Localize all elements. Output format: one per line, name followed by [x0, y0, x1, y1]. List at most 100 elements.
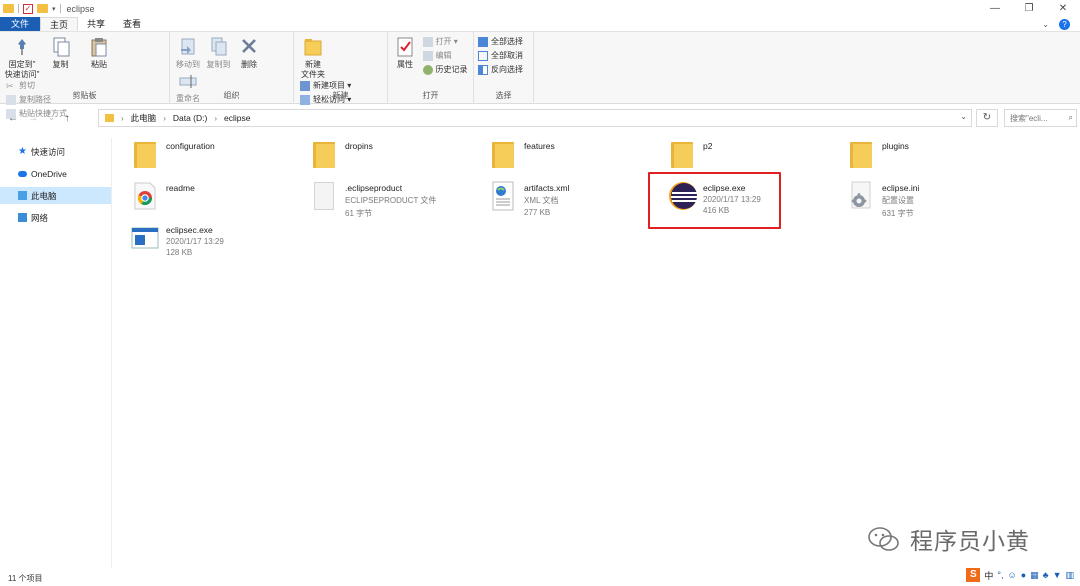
move-to-icon — [178, 36, 198, 58]
properties-check-icon[interactable]: ✓ — [23, 3, 33, 14]
select-none-button[interactable]: 全部取消 — [478, 50, 523, 61]
breadcrumb-separator-icon[interactable]: › — [163, 114, 166, 123]
file-view: configuration dropins features p2 plugin… — [112, 130, 1080, 570]
tab-view[interactable]: 查看 — [114, 17, 150, 31]
breadcrumb-separator-icon[interactable]: › — [214, 114, 217, 123]
refresh-icon: ↻ — [982, 112, 992, 123]
breadcrumb-eclipse[interactable]: eclipse — [224, 113, 250, 123]
close-button[interactable]: ✕ — [1046, 0, 1080, 17]
tab-file[interactable]: 文件 — [0, 17, 41, 31]
ribbon-tabs: 文件 主页 共享 查看 ⌄ ? — [0, 17, 1080, 32]
group-label-select: 选择 — [495, 91, 512, 100]
address-bar[interactable]: › 此电脑 › Data (D:) › eclipse ⌄ — [98, 109, 972, 127]
open-icon — [422, 36, 433, 47]
punctuation-icon[interactable]: °, — [997, 570, 1003, 580]
ribbon-group-clipboard: 固定到" 快速访问" 复制 粘贴 ✂ 剪切 复制路径 粘贴快捷方式 剪贴板 — [0, 32, 170, 119]
breadcrumb-separator-icon[interactable]: › — [121, 114, 124, 123]
skin-icon[interactable]: ♣ — [1043, 570, 1049, 580]
copy-to-button[interactable]: 复制到 — [205, 36, 233, 70]
new-folder-icon — [303, 36, 323, 58]
ribbon-group-open: 属性 打开 ▾ 编辑 历史记录 打开 — [388, 32, 474, 104]
edit-icon — [422, 50, 433, 61]
paste-button[interactable]: 粘贴 — [81, 36, 117, 70]
breadcrumb-this-pc[interactable]: 此电脑 — [131, 112, 157, 124]
folder-icon — [3, 4, 14, 13]
ime-mode[interactable]: 中 — [984, 569, 993, 582]
divider — [59, 4, 61, 13]
sogou-ime-icon[interactable]: S — [966, 568, 981, 582]
tab-home[interactable]: 主页 — [40, 17, 79, 31]
computer-icon — [18, 191, 27, 200]
forward-arrow-icon[interactable]: → — [28, 113, 38, 124]
group-label-clipboard: 剪贴板 — [72, 91, 97, 100]
toolbox-icon[interactable]: ▥ — [1065, 570, 1074, 581]
breadcrumb-drive[interactable]: Data (D:) — [173, 113, 207, 123]
ime-toolbar: S 中 °, ☺ ● ▦ ♣ ▼ ▥ — [966, 568, 1074, 582]
divider — [18, 4, 19, 13]
item-count: 11 个项目 — [8, 573, 43, 583]
search-icon: ⌕ — [1068, 113, 1073, 122]
status-bar: 11 个项目 — [0, 570, 1080, 586]
new-item-icon — [300, 80, 310, 91]
watermark-text: 程序员小黄 — [910, 529, 1030, 555]
new-folder-button[interactable]: 新建 文件夹 — [298, 36, 328, 80]
select-all-button[interactable]: 全部选择 — [478, 36, 523, 47]
customize-toolbar-chevron-icon[interactable]: ▾ — [52, 5, 56, 13]
minimize-button[interactable]: — — [978, 0, 1012, 17]
sidebar-item-quick-access[interactable]: ★ 快速访问 — [0, 143, 111, 160]
delete-x-icon — [239, 36, 259, 58]
tshirt-icon[interactable]: ▼ — [1053, 570, 1062, 580]
sidebar-item-onedrive[interactable]: OneDrive — [0, 165, 111, 182]
keyboard-icon[interactable]: ▦ — [1030, 570, 1039, 581]
history-button[interactable]: 历史记录 — [422, 64, 468, 75]
cloud-icon — [18, 170, 27, 177]
sidebar-item-network[interactable]: 网络 — [0, 209, 111, 226]
quick-access-toolbar: ✓ ▾ — [0, 3, 61, 14]
xml-document-icon — [488, 178, 518, 214]
properties-button[interactable]: 属性 — [392, 36, 418, 70]
search-input[interactable]: 搜索"ecli... ⌕ — [1004, 109, 1077, 127]
highlight-annotation — [648, 172, 781, 229]
properties-check-icon — [395, 36, 415, 58]
file-item-eclipse-ini[interactable]: eclipse.ini 配置设置 631 字节 — [846, 178, 1016, 228]
pin-quick-access-button[interactable]: 固定到" 快速访问" — [4, 36, 40, 80]
refresh-button[interactable]: ↻ — [976, 109, 998, 127]
up-arrow-icon[interactable]: ↑ — [65, 113, 70, 124]
title-bar: ✓ ▾ eclipse — ❐ ✕ — [0, 0, 1080, 17]
star-icon: ★ — [18, 146, 27, 157]
window-title: eclipse — [66, 3, 95, 14]
edit-button[interactable]: 编辑 — [422, 50, 468, 61]
folder-icon — [850, 140, 872, 168]
new-folder-icon[interactable] — [37, 4, 48, 13]
file-item-eclipsec-exe[interactable]: eclipsec.exe 2020/1/17 13:29 128 KB — [130, 220, 300, 270]
folder-icon — [105, 114, 114, 122]
rename-icon — [178, 70, 198, 92]
emoji-icon[interactable]: ☺ — [1008, 570, 1017, 580]
maximize-button[interactable]: ❐ — [1012, 0, 1046, 17]
settings-file-icon — [846, 178, 876, 214]
invert-selection-button[interactable]: 反向选择 — [478, 64, 523, 75]
tab-share[interactable]: 共享 — [78, 17, 114, 31]
scissors-icon: ✂ — [6, 80, 14, 91]
invert-selection-icon — [478, 64, 488, 75]
open-button[interactable]: 打开 ▾ — [422, 36, 468, 47]
file-item-artifacts-xml[interactable]: artifacts.xml XML 文档 277 KB — [488, 178, 658, 228]
copy-button[interactable]: 复制 — [43, 36, 79, 70]
help-icon[interactable]: ? — [1059, 18, 1070, 30]
delete-button[interactable]: 删除 — [235, 36, 263, 70]
navigation-pane: ★ 快速访问 OneDrive 此电脑 网络 — [0, 138, 112, 568]
address-dropdown-chevron-icon[interactable]: ⌄ — [960, 112, 967, 121]
select-none-icon — [478, 50, 488, 61]
recent-locations-chevron-icon[interactable]: ⌄ — [48, 113, 55, 124]
wechat-icon — [868, 527, 899, 551]
copy-icon — [51, 36, 71, 58]
group-label-new: 新建 — [332, 91, 349, 100]
collapse-ribbon-chevron-icon[interactable]: ⌄ — [1042, 20, 1049, 29]
move-to-button[interactable]: 移动到 — [174, 36, 202, 70]
back-arrow-icon[interactable]: ← — [8, 113, 18, 124]
ribbon: 固定到" 快速访问" 复制 粘贴 ✂ 剪切 复制路径 粘贴快捷方式 剪贴板 移动到 — [0, 32, 1080, 119]
sidebar-item-this-pc[interactable]: 此电脑 — [0, 187, 111, 204]
console-app-icon — [130, 220, 160, 256]
file-item-eclipseproduct[interactable]: .eclipseproduct ECLIPSEPRODUCT 文件 61 字节 — [309, 178, 479, 228]
microphone-icon[interactable]: ● — [1021, 570, 1026, 580]
